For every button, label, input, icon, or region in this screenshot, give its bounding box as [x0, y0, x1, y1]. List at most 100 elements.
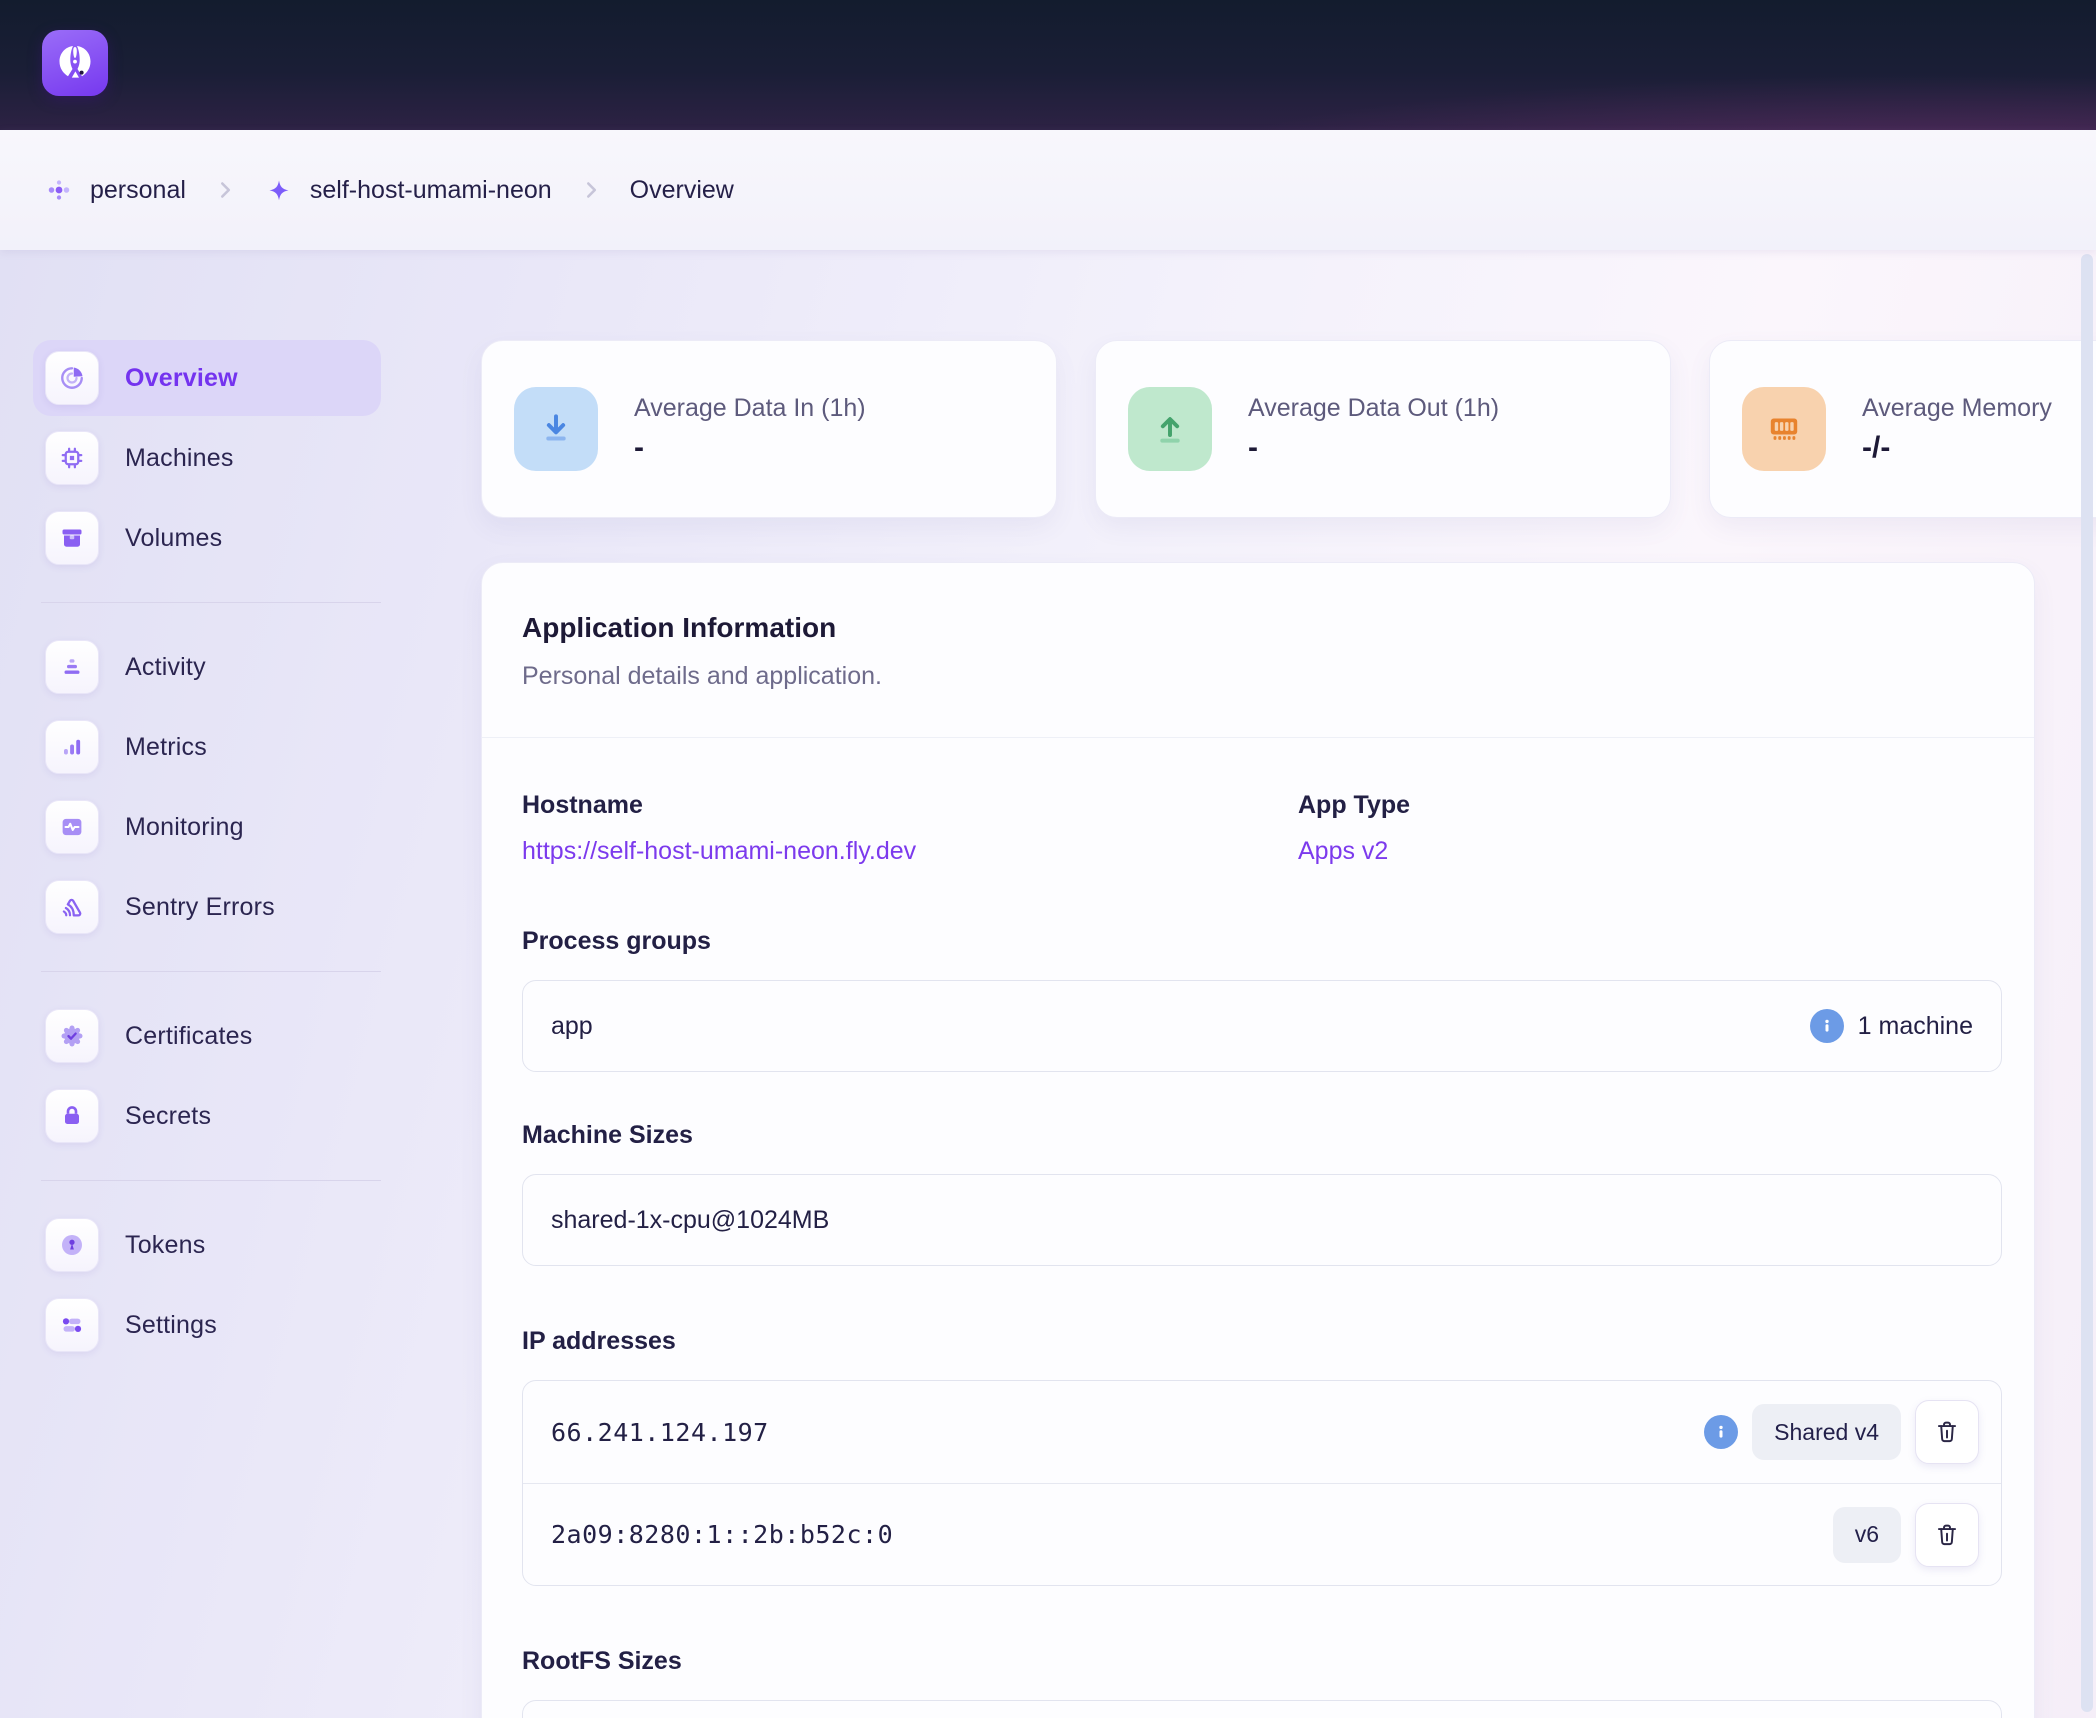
stat-label: Average Data Out (1h) — [1248, 393, 1499, 423]
machine-size-row: shared-1x-cpu@1024MB — [522, 1174, 2002, 1266]
process-group-name: app — [551, 1012, 593, 1041]
badge-check-icon — [45, 1009, 99, 1063]
stat-value: - — [634, 431, 866, 465]
hostname-link[interactable]: https://self-host-umami-neon.fly.dev — [522, 836, 916, 866]
stat-text: Average Memory -/- — [1862, 393, 2052, 465]
section-subtitle: Personal details and application. — [522, 661, 1994, 691]
sparkle-icon — [264, 175, 294, 205]
sidebar-item-sentry-errors[interactable]: Sentry Errors — [33, 869, 381, 945]
sidebar-divider — [41, 1180, 381, 1181]
rootfs-section: RootFS Sizes 171 MB 1 machine — [522, 1646, 2002, 1718]
ip-row: 2a09:8280:1::2b:b52c:0 v6 — [523, 1483, 2001, 1585]
machine-count-label: 1 machine — [1858, 1012, 1973, 1041]
stat-text: Average Data In (1h) - — [634, 393, 866, 465]
sidebar-item-machines[interactable]: Machines — [33, 420, 381, 496]
sidebar-item-tokens[interactable]: Tokens — [33, 1207, 381, 1283]
sidebar-item-label: Machines — [125, 444, 234, 473]
stat-card-data-in: Average Data In (1h) - — [481, 340, 1057, 518]
stat-text: Average Data Out (1h) - — [1248, 393, 1499, 465]
ip-addresses-label: IP addresses — [522, 1326, 2002, 1356]
process-groups-section: Process groups app 1 machine — [522, 926, 2002, 1072]
sidebar-item-volumes[interactable]: Volumes — [33, 500, 381, 576]
box-icon — [45, 511, 99, 565]
app-body: Overview Machines — [0, 250, 2096, 1718]
sidebar-item-label: Monitoring — [125, 813, 244, 842]
stat-label: Average Data In (1h) — [634, 393, 866, 423]
hostname-apptype-grid: Hostname https://self-host-umami-neon.fl… — [522, 790, 2002, 866]
sidebar-item-secrets[interactable]: Secrets — [33, 1078, 381, 1154]
app-type-field: App Type Apps v2 — [1298, 790, 2002, 866]
process-groups-label: Process groups — [522, 926, 2002, 956]
sidebar-item-overview[interactable]: Overview — [33, 340, 381, 416]
card-body: Hostname https://self-host-umami-neon.fl… — [482, 790, 2034, 1718]
breadcrumb: personal self-host-umami-neon Overview — [0, 130, 2096, 250]
pulse-icon — [45, 800, 99, 854]
ip-addresses-section: IP addresses 66.241.124.197 Shared v4 — [522, 1326, 2002, 1586]
lock-icon — [45, 1089, 99, 1143]
stat-value: - — [1248, 431, 1499, 465]
memory-icon — [1742, 387, 1826, 471]
section-title: Application Information — [522, 611, 1994, 645]
rootfs-row: 171 MB 1 machine — [523, 1701, 2001, 1718]
breadcrumb-page-label: Overview — [630, 176, 734, 205]
sidebar-item-activity[interactable]: Activity — [33, 629, 381, 705]
breadcrumb-app-label: self-host-umami-neon — [310, 176, 552, 205]
organization-icon — [44, 175, 74, 205]
main-content: Average Data In (1h) - Average Data Out … — [481, 250, 2096, 1718]
chevron-right-icon — [578, 177, 604, 203]
application-information-card: Application Information Personal details… — [481, 562, 2035, 1718]
sidebar-item-label: Tokens — [125, 1231, 205, 1260]
machine-sizes-section: Machine Sizes shared-1x-cpu@1024MB — [522, 1120, 2002, 1266]
stat-card-memory: Average Memory -/- — [1709, 340, 2096, 518]
sidebar-item-monitoring[interactable]: Monitoring — [33, 789, 381, 865]
ip-address-value: 2a09:8280:1::2b:b52c:0 — [551, 1520, 893, 1549]
breadcrumb-org-label: personal — [90, 176, 186, 205]
stat-value: -/- — [1862, 431, 2052, 465]
fly-dashboard: personal self-host-umami-neon Overview — [0, 0, 2096, 1718]
delete-ip-button[interactable] — [1915, 1400, 1979, 1464]
sidebar-item-certificates[interactable]: Certificates — [33, 998, 381, 1074]
ip-address-value: 66.241.124.197 — [551, 1418, 769, 1447]
breadcrumb-app[interactable]: self-host-umami-neon — [264, 175, 552, 205]
sidebar-item-metrics[interactable]: Metrics — [33, 709, 381, 785]
vertical-scrollbar[interactable] — [2081, 254, 2093, 1712]
fly-logo[interactable] — [42, 30, 108, 96]
machine-sizes-label: Machine Sizes — [522, 1120, 2002, 1150]
chevron-right-icon — [212, 177, 238, 203]
toggles-icon — [45, 1298, 99, 1352]
hostname-field: Hostname https://self-host-umami-neon.fl… — [522, 790, 1298, 866]
keyhole-icon — [45, 1218, 99, 1272]
delete-ip-button[interactable] — [1915, 1503, 1979, 1567]
cpu-icon — [45, 431, 99, 485]
ip-row: 66.241.124.197 Shared v4 — [523, 1381, 2001, 1483]
app-type-label: App Type — [1298, 790, 2002, 820]
trash-icon — [1930, 1415, 1964, 1449]
bar-chart-icon — [45, 720, 99, 774]
rootfs-label: RootFS Sizes — [522, 1646, 2002, 1676]
breadcrumb-org[interactable]: personal — [44, 175, 186, 205]
stack-icon — [45, 640, 99, 694]
sidebar-item-label: Overview — [125, 364, 238, 393]
sidebar-item-label: Activity — [125, 653, 206, 682]
pie-chart-icon — [45, 351, 99, 405]
upload-icon — [1128, 387, 1212, 471]
info-icon[interactable] — [1704, 1415, 1738, 1449]
process-group-machines: 1 machine — [1810, 1009, 1973, 1043]
stat-card-data-out: Average Data Out (1h) - — [1095, 340, 1671, 518]
sidebar-item-label: Certificates — [125, 1022, 252, 1051]
ip-type-badge: v6 — [1833, 1507, 1901, 1563]
card-header: Application Information Personal details… — [482, 563, 2034, 738]
app-type-link[interactable]: Apps v2 — [1298, 836, 1388, 866]
hostname-label: Hostname — [522, 790, 1298, 820]
sidebar-item-label: Metrics — [125, 733, 207, 762]
trash-icon — [1930, 1518, 1964, 1552]
balloon-logo-icon — [51, 39, 99, 87]
ip-type-badge: Shared v4 — [1752, 1404, 1901, 1460]
sidebar-item-settings[interactable]: Settings — [33, 1287, 381, 1363]
info-icon[interactable] — [1810, 1009, 1844, 1043]
sidebar: Overview Machines — [0, 250, 481, 1718]
breadcrumb-page[interactable]: Overview — [630, 176, 734, 205]
sidebar-divider — [41, 602, 381, 603]
top-header — [0, 0, 2096, 130]
ip-row-actions: Shared v4 — [1704, 1400, 1979, 1464]
